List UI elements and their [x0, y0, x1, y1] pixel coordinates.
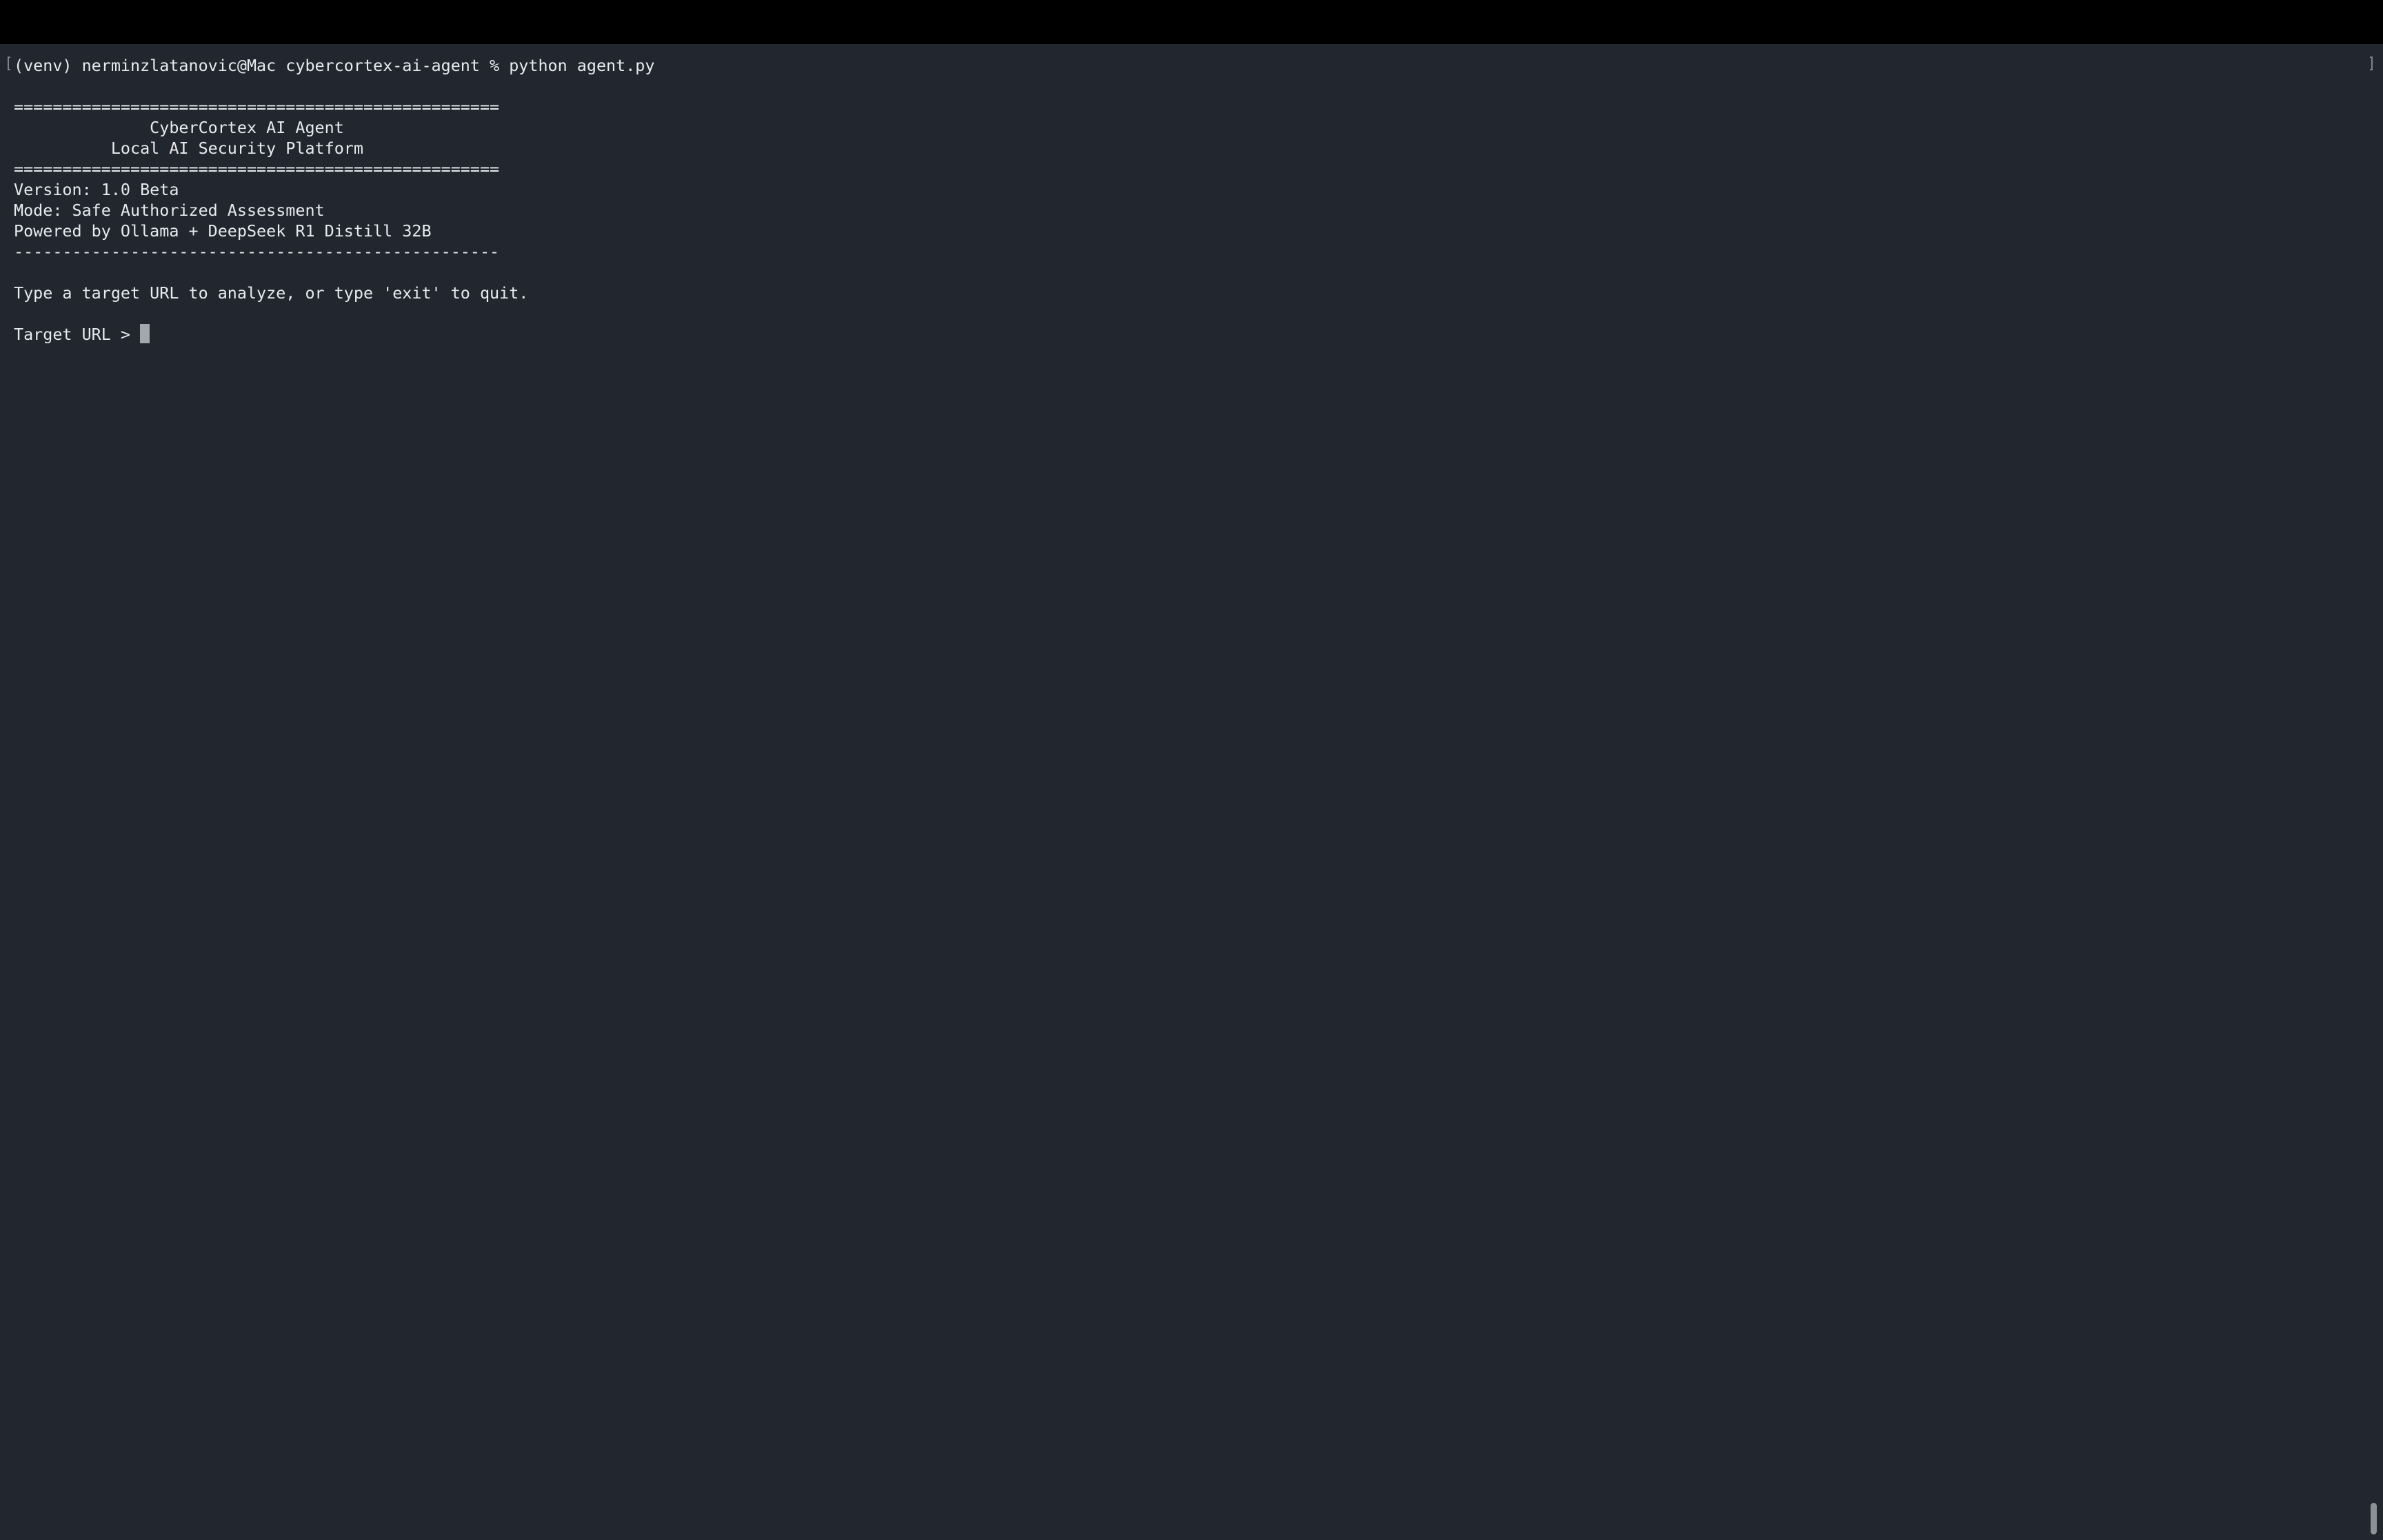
divider-rule: ----------------------------------------…	[14, 242, 500, 261]
cursor-block-icon	[140, 324, 150, 343]
instruction-line: Type a target URL to analyze, or type 'e…	[14, 283, 529, 303]
powered-by-line: Powered by Ollama + DeepSeek R1 Distill …	[14, 221, 432, 241]
target-url-label: Target URL >	[14, 325, 141, 344]
version-line: Version: 1.0 Beta	[14, 180, 179, 199]
mark-bracket-left-icon	[8, 57, 10, 70]
banner-subtitle: Local AI Security Platform	[14, 139, 363, 158]
scrollbar-thumb[interactable]	[2371, 1503, 2377, 1534]
banner-top-rule: ========================================…	[14, 97, 500, 116]
mark-bracket-right-icon	[2370, 57, 2373, 70]
window-title-bar	[0, 0, 2383, 44]
command-prompt-line: (venv) nerminzlatanovic@Mac cybercortex-…	[14, 56, 655, 75]
target-url-prompt[interactable]: Target URL >	[14, 324, 150, 345]
banner-title: CyberCortex AI Agent	[14, 118, 344, 137]
terminal-window[interactable]	[0, 44, 2383, 1540]
mode-line: Mode: Safe Authorized Assessment	[14, 201, 325, 220]
banner-bottom-rule: ========================================…	[14, 159, 500, 179]
